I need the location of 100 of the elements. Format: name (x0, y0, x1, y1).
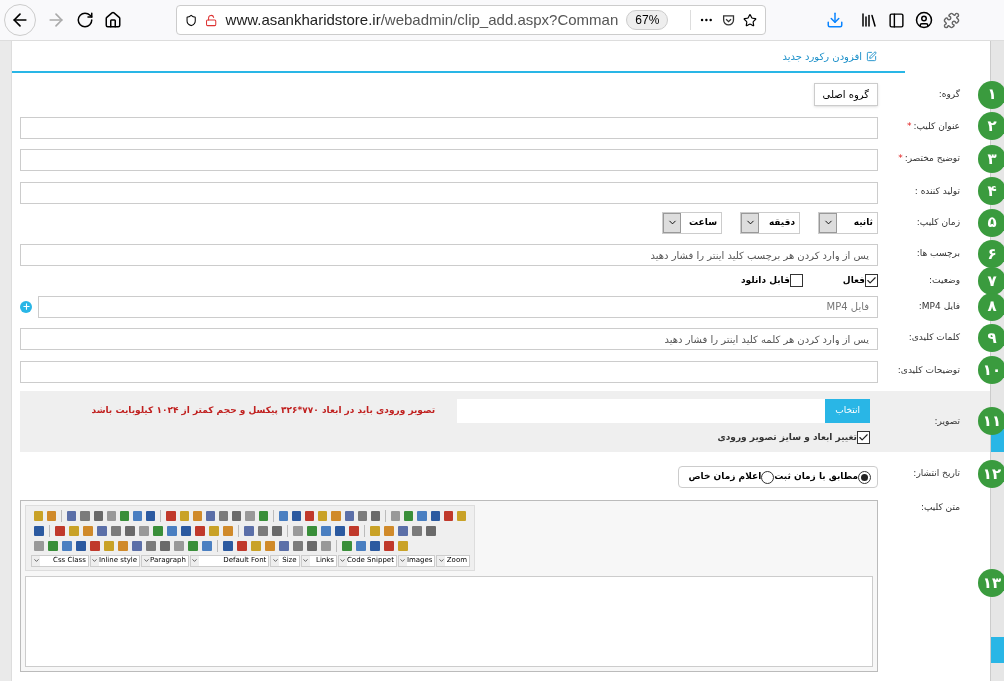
editor-tool-icon[interactable] (278, 510, 288, 521)
file-field[interactable]: فایل MP4 (38, 295, 878, 318)
editor-tool-icon[interactable] (219, 510, 229, 521)
editor-tool-icon[interactable] (106, 510, 116, 521)
editor-tool-icon[interactable] (76, 540, 86, 551)
editor-tool-icon[interactable] (245, 510, 255, 521)
extension-icon[interactable] (943, 11, 960, 29)
editor-tool-icon[interactable] (384, 525, 394, 536)
text-field[interactable] (20, 149, 878, 171)
text-field[interactable]: پس از وارد کردن هر کلمه کلید اینتر را فشار دهید (20, 328, 878, 350)
home-icon[interactable] (104, 11, 122, 29)
editor-tool-icon[interactable] (305, 510, 315, 521)
editor-tool-icon[interactable] (223, 525, 233, 536)
editor-tool-icon[interactable] (132, 540, 142, 551)
editor-tool-icon[interactable] (430, 510, 440, 521)
editor-tool-icon[interactable] (356, 540, 366, 551)
editor-tool-icon[interactable] (321, 525, 331, 536)
editor-tool-icon[interactable] (83, 525, 93, 536)
editor-tool-icon[interactable] (391, 510, 401, 521)
editor-tool-icon[interactable] (192, 510, 202, 521)
editor-tool-icon[interactable] (232, 510, 242, 521)
editor-tool-icon[interactable] (119, 510, 130, 521)
editor-tool-icon[interactable] (344, 510, 354, 521)
editor-tool-icon[interactable] (153, 525, 163, 536)
editor-tool-icon[interactable] (167, 525, 177, 536)
editor-tool-icon[interactable] (417, 510, 427, 521)
editor-tool-icon[interactable] (357, 510, 367, 521)
editor-tool-icon[interactable] (258, 510, 268, 521)
editor-tool-icon[interactable] (202, 540, 212, 551)
editor-tool-icon[interactable] (412, 525, 422, 536)
editor-tool-icon[interactable] (265, 540, 275, 551)
insecure-lock-icon[interactable] (205, 12, 218, 28)
editor-tool-icon[interactable] (370, 540, 380, 551)
editor-tool-icon[interactable] (293, 525, 303, 536)
address-bar[interactable]: www.asankharidstore.ir/webadmin/clip_add.aspx?Comman 67% (176, 5, 766, 35)
editor-tool-icon[interactable] (237, 540, 247, 551)
editor-tool-icon[interactable] (443, 510, 453, 521)
editor-tool-icon[interactable] (93, 510, 103, 521)
editor-tool-icon[interactable] (146, 540, 156, 551)
editor-tool-icon[interactable] (205, 510, 216, 521)
editor-tool-icon[interactable] (34, 525, 44, 536)
editor-tool-icon[interactable] (335, 525, 345, 536)
text-field[interactable] (20, 360, 878, 383)
editor-tool-icon[interactable] (321, 540, 331, 551)
editor-tool-icon[interactable] (97, 525, 107, 536)
shield-icon[interactable] (185, 12, 198, 28)
text-field[interactable]: پس از وارد کردن هر برچسب کلید اینتر را فشار دهید (20, 244, 878, 266)
time-select[interactable]: دقیقه (740, 211, 800, 234)
editor-tool-icon[interactable] (146, 510, 156, 521)
checkbox[interactable] (857, 430, 870, 444)
editor-tool-icon[interactable] (307, 540, 317, 551)
editor-tool-icon[interactable] (125, 525, 135, 536)
editor-tool-icon[interactable] (426, 525, 436, 536)
editor-tool-icon[interactable] (111, 525, 121, 536)
time-select[interactable]: ساعت (662, 211, 722, 234)
editor-tool-icon[interactable] (55, 525, 65, 536)
editor-tool-icon[interactable] (349, 525, 359, 536)
editor-tool-icon[interactable] (181, 525, 191, 536)
editor-tool-icon[interactable] (48, 540, 58, 551)
editor-tool-icon[interactable] (398, 525, 408, 536)
editor-tool-icon[interactable] (160, 540, 170, 551)
editor-tool-icon[interactable] (139, 525, 149, 536)
editor-tool-icon[interactable] (118, 540, 128, 551)
editor-tool-icon[interactable] (133, 510, 143, 521)
editor-tool-icon[interactable] (258, 525, 268, 536)
text-field[interactable] (20, 181, 878, 204)
editor-tool-icon[interactable] (331, 510, 341, 521)
editor-tool-icon[interactable] (34, 540, 44, 551)
radio-button[interactable] (858, 470, 871, 484)
editor-tool-icon[interactable] (291, 510, 302, 521)
editor-tool-icon[interactable] (307, 525, 317, 536)
zoom-level-badge[interactable]: 67% (626, 10, 669, 30)
checkbox[interactable] (865, 274, 878, 288)
editor-tool-icon[interactable] (166, 510, 176, 521)
editor-tool-icon[interactable] (80, 510, 90, 521)
star-icon[interactable] (743, 11, 757, 29)
download-icon[interactable] (826, 11, 844, 29)
editor-tool-icon[interactable] (62, 540, 72, 551)
editor-tool-icon[interactable] (90, 540, 100, 551)
editor-tool-icon[interactable] (174, 540, 184, 551)
reload-icon[interactable] (76, 11, 94, 29)
editor-tool-icon[interactable] (384, 540, 394, 551)
editor-tool-icon[interactable] (67, 510, 77, 521)
editor-tool-icon[interactable] (404, 510, 414, 521)
time-select[interactable]: ثانیه (818, 211, 878, 234)
checkbox[interactable] (789, 274, 803, 288)
sidebar-icon[interactable] (888, 11, 905, 29)
editor-tool-icon[interactable] (342, 540, 352, 551)
image-path-field[interactable] (457, 398, 826, 423)
editor-tool-icon[interactable] (279, 540, 289, 551)
pocket-icon[interactable] (721, 12, 736, 28)
editor-tool-icon[interactable] (195, 525, 205, 536)
editor-tool-icon[interactable] (272, 525, 282, 536)
editor-tool-icon[interactable] (188, 540, 198, 551)
library-icon[interactable] (860, 11, 878, 29)
editor-tool-icon[interactable] (244, 525, 254, 536)
editor-tool-icon[interactable] (370, 510, 381, 521)
account-icon[interactable] (915, 11, 933, 29)
editor-tool-icon[interactable] (47, 510, 57, 521)
editor-tool-icon[interactable] (293, 540, 303, 551)
